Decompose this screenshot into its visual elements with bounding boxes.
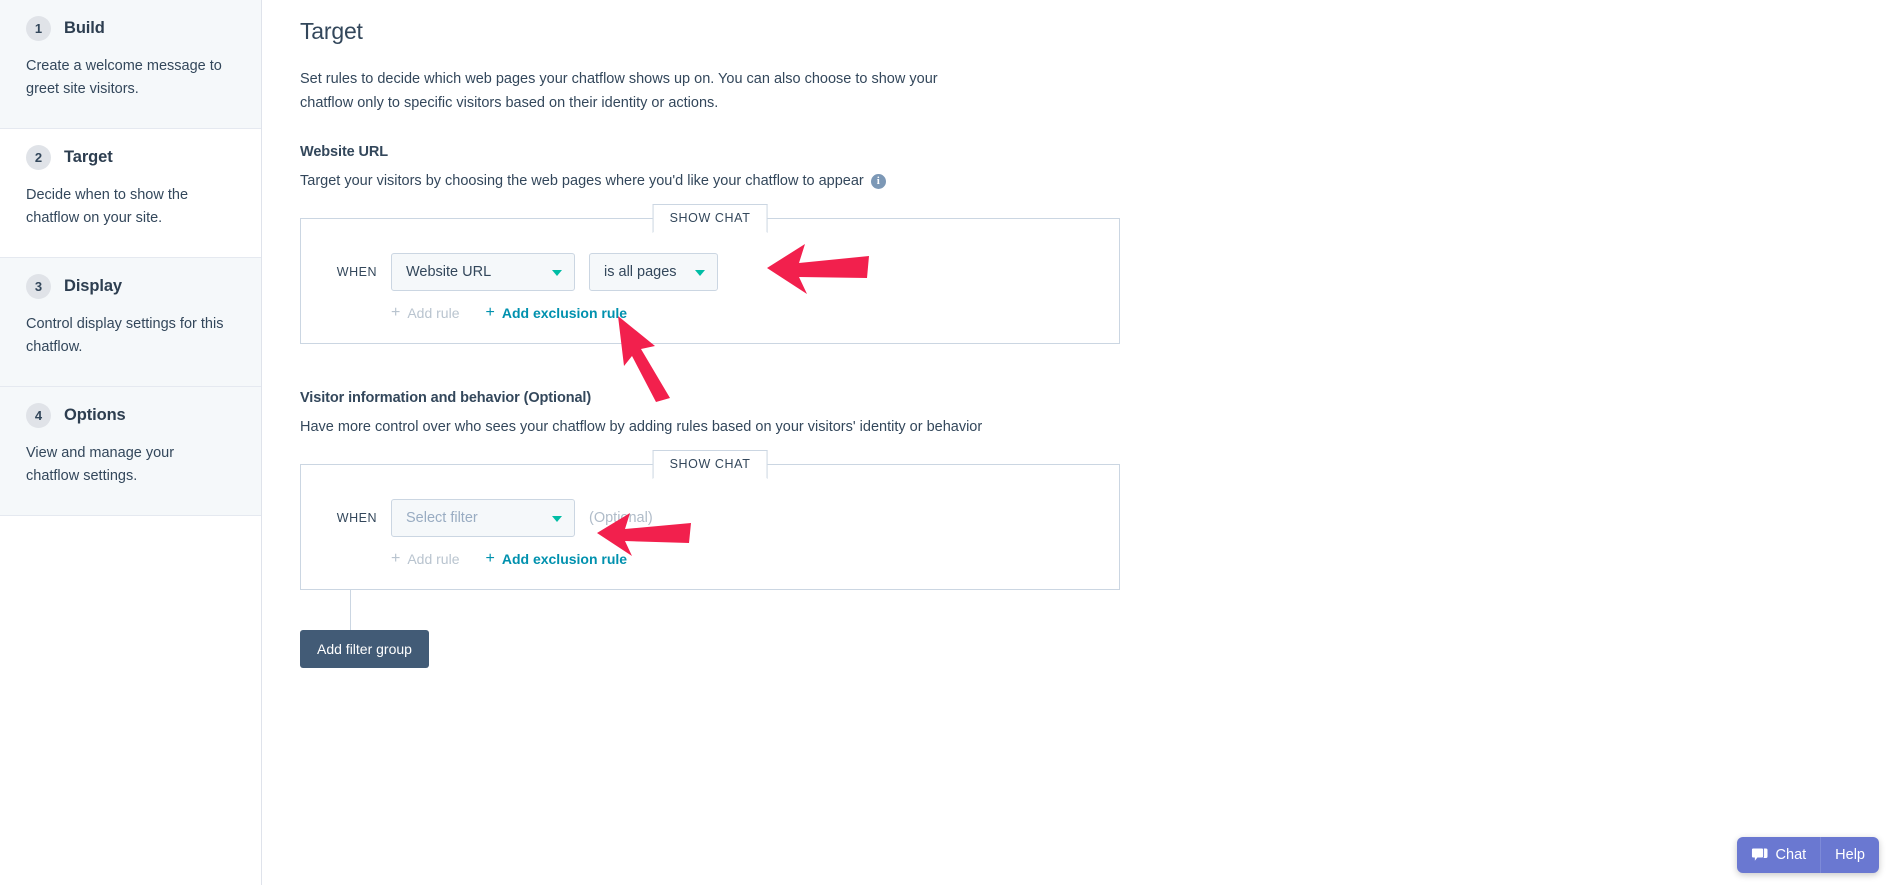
chat-bubble-icon	[1750, 847, 1768, 863]
rule-row: WHEN Select filter (Optional)	[327, 499, 1093, 538]
main-content: Target Set rules to decide which web pag…	[262, 0, 1897, 885]
step-description: Decide when to show the chatflow on your…	[26, 186, 189, 227]
chat-button-label: Chat	[1775, 847, 1807, 863]
chatflow-target-settings-page: 1 Build Create a welcome message to gree…	[0, 0, 1897, 885]
step-number-badge: 1	[26, 16, 51, 41]
visitor-info-subtext-label: Have more control over who sees your cha…	[300, 418, 983, 435]
add-rule-label: Add rule	[407, 551, 460, 568]
visitor-info-rule-card: SHOW CHAT WHEN Select filter (Optional) …	[300, 450, 1120, 591]
help-button[interactable]: Help	[1820, 837, 1879, 873]
info-icon[interactable]: i	[870, 173, 886, 189]
step-title: Display	[64, 276, 122, 295]
setup-steps-sidebar: 1 Build Create a welcome message to gree…	[0, 0, 262, 885]
add-exclusion-rule-link[interactable]: + Add exclusion rule	[485, 550, 628, 568]
add-rule-link[interactable]: + Add rule	[391, 303, 460, 321]
step-description: View and manage your chatflow settings.	[26, 444, 175, 485]
step-header: 3 Display	[26, 273, 235, 299]
rule-row: WHEN Website URL is all pages	[327, 252, 1093, 291]
website-url-operator-select[interactable]: is all pages	[589, 252, 718, 291]
step-number-badge: 2	[26, 144, 51, 170]
optional-note: (Optional)	[589, 510, 653, 527]
step-number-badge: 3	[26, 273, 51, 299]
step-description: Control display settings for this chatfl…	[26, 315, 224, 356]
page-title: Target	[300, 18, 363, 44]
step-header: 4 Options	[26, 402, 235, 428]
plus-icon: +	[485, 550, 495, 568]
add-rule-link[interactable]: + Add rule	[391, 550, 460, 568]
visitor-info-section-subtext: Have more control over who sees your cha…	[300, 416, 1897, 439]
chevron-down-icon	[695, 269, 705, 276]
step-header: 2 Target	[26, 144, 235, 170]
group-connector-line	[350, 590, 351, 633]
help-button-label: Help	[1835, 847, 1865, 863]
chevron-down-icon	[552, 269, 562, 276]
website-url-filter-value: Website URL	[406, 263, 492, 280]
website-url-filter-select[interactable]: Website URL	[391, 252, 575, 291]
plus-icon: +	[391, 550, 401, 568]
step-header: 1 Build	[26, 16, 235, 41]
website-url-section-subtext: Target your visitors by choosing the web…	[300, 170, 1897, 193]
step-description: Create a welcome message to greet site v…	[26, 58, 222, 98]
visitor-filter-select[interactable]: Select filter	[391, 499, 575, 538]
add-rule-label: Add rule	[407, 304, 460, 321]
visitor-info-section-label: Visitor information and behavior (Option…	[300, 389, 592, 406]
sidebar-step-display[interactable]: 3 Display Control display settings for t…	[0, 257, 261, 387]
chat-button[interactable]: Chat	[1737, 837, 1821, 873]
show-chat-tab[interactable]: SHOW CHAT	[652, 450, 768, 480]
sidebar-step-build[interactable]: 1 Build Create a welcome message to gree…	[0, 0, 261, 129]
rule-actions: + Add rule + Add exclusion rule	[327, 550, 1093, 568]
website-url-section-label: Website URL	[300, 143, 389, 160]
step-title: Build	[64, 19, 105, 37]
when-label: WHEN	[336, 264, 377, 279]
page-description: Set rules to decide which web pages your…	[300, 71, 938, 112]
when-label: WHEN	[336, 511, 377, 526]
website-url-subtext-label: Target your visitors by choosing the web…	[300, 172, 864, 189]
step-title: Options	[64, 405, 126, 424]
step-number-badge: 4	[26, 402, 51, 428]
chat-widget: Chat Help	[1736, 837, 1879, 873]
chevron-down-icon	[552, 516, 562, 523]
show-chat-tab[interactable]: SHOW CHAT	[652, 203, 768, 233]
sidebar-step-target[interactable]: 2 Target Decide when to show the chatflo…	[0, 128, 261, 258]
add-exclusion-rule-label: Add exclusion rule	[501, 551, 628, 568]
website-url-operator-value: is all pages	[604, 263, 677, 280]
website-url-rule-card: SHOW CHAT WHEN Website URL is all pages …	[300, 203, 1120, 344]
plus-icon: +	[391, 303, 401, 321]
plus-icon: +	[485, 303, 495, 321]
add-exclusion-rule-label: Add exclusion rule	[501, 304, 628, 321]
step-title: Target	[64, 147, 113, 166]
visitor-filter-group: SHOW CHAT WHEN Select filter (Optional) …	[300, 450, 1897, 669]
sidebar-step-options[interactable]: 4 Options View and manage your chatflow …	[0, 386, 261, 516]
visitor-filter-value: Select filter	[406, 510, 478, 527]
add-filter-group-button[interactable]: Add filter group	[300, 630, 429, 669]
add-exclusion-rule-link[interactable]: + Add exclusion rule	[485, 303, 628, 321]
rule-actions: + Add rule + Add exclusion rule	[327, 303, 1093, 321]
